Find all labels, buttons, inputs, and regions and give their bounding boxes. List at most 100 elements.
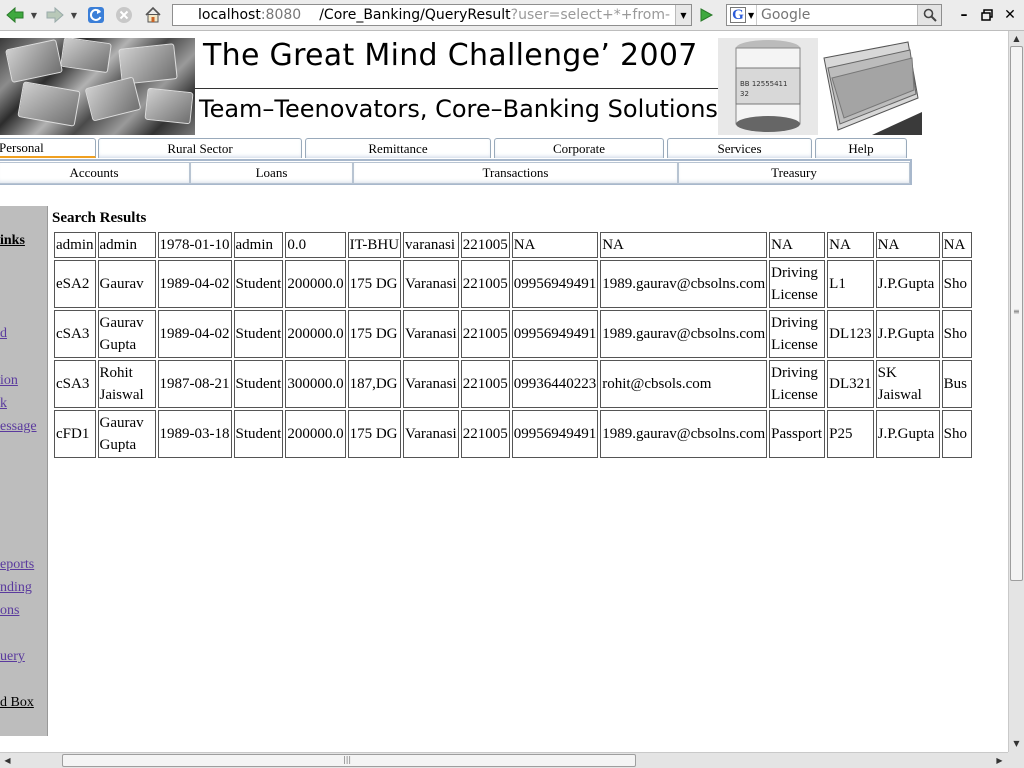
go-icon[interactable] bbox=[696, 5, 716, 25]
sidebar-link-box[interactable]: d Box bbox=[0, 695, 34, 711]
table-cell: Varanasi bbox=[403, 410, 459, 458]
reload-icon[interactable] bbox=[86, 5, 106, 25]
sidebar-link-3[interactable]: k bbox=[0, 396, 7, 412]
table-cell: Sho bbox=[941, 410, 972, 458]
back-history-dropdown[interactable]: ▼ bbox=[29, 5, 39, 25]
table-cell: Driving License bbox=[769, 360, 826, 408]
table-cell: J.P.Gupta bbox=[875, 410, 940, 458]
table-cell: Gaurav Gupta bbox=[97, 310, 156, 358]
table-cell: Passport bbox=[769, 410, 826, 458]
table-cell: 1989-03-18 bbox=[157, 410, 232, 458]
google-icon: G bbox=[730, 7, 746, 23]
table-cell: SK Jaiswal bbox=[875, 360, 940, 408]
banner-title: The Great Mind Challenge’ 2007 bbox=[203, 38, 698, 73]
table-cell: Rohit Jaiswal bbox=[97, 360, 156, 408]
search-icon[interactable] bbox=[917, 5, 941, 25]
table-cell: 1989.gaurav@cbsolns.com bbox=[600, 310, 768, 358]
table-cell: 221005 bbox=[460, 310, 510, 358]
tab-services[interactable]: Services bbox=[667, 138, 812, 158]
table-cell: 1987-08-21 bbox=[157, 360, 232, 408]
table-cell: J.P.Gupta bbox=[875, 310, 940, 358]
sidebar-link-7[interactable]: ons bbox=[0, 603, 19, 619]
table-cell: 221005 bbox=[460, 232, 510, 258]
minimize-icon[interactable]: – bbox=[955, 6, 973, 24]
table-cell: Student bbox=[233, 260, 284, 308]
url-query: ?user=select+*+from- ... bbox=[510, 7, 688, 23]
search-input[interactable] bbox=[757, 7, 917, 23]
sidebar-link-6[interactable]: nding bbox=[0, 580, 32, 596]
search-bar[interactable]: G ▼ bbox=[726, 4, 942, 26]
forward-history-dropdown[interactable]: ▼ bbox=[69, 5, 79, 25]
table-row: cSA3 Rohit Jaiswal 1987-08-21 Student 300000… bbox=[54, 360, 972, 408]
sidebar-link-5[interactable]: eports bbox=[0, 557, 34, 573]
tab-rural-sector[interactable]: Rural Sector bbox=[98, 138, 302, 158]
vertical-scrollbar[interactable]: ▲ ≡ ▼ bbox=[1008, 31, 1024, 752]
table-cell: 175 DG bbox=[347, 410, 402, 458]
banner: The Great Mind Challenge’ 2007 Team–Teen… bbox=[0, 38, 922, 135]
table-cell: 0.0 bbox=[285, 232, 346, 258]
subtab-transactions[interactable]: Transactions bbox=[353, 162, 678, 184]
table-row: cSA3 Gaurav Gupta 1989-04-02 Student 200000.… bbox=[54, 310, 972, 358]
horizontal-scroll-thumb[interactable]: ||| bbox=[62, 754, 636, 767]
table-cell: Student bbox=[233, 360, 284, 408]
vertical-scroll-thumb[interactable]: ≡ bbox=[1010, 46, 1023, 581]
tab-remittance[interactable]: Remittance bbox=[305, 138, 491, 158]
url-path: /Core_Banking/QueryResult bbox=[319, 7, 511, 23]
forward-icon[interactable] bbox=[44, 5, 66, 25]
table-cell: 175 DG bbox=[347, 310, 402, 358]
table-cell: varanasi bbox=[403, 232, 459, 258]
money-stack-image bbox=[818, 38, 922, 135]
table-cell: 1989-04-02 bbox=[157, 310, 232, 358]
scrollbar-corner bbox=[1008, 752, 1024, 768]
back-icon[interactable] bbox=[4, 5, 26, 25]
results-table: admin admin 1978-01-10 admin 0.0 IT-BHU varana… bbox=[52, 230, 974, 460]
table-cell: 1978-01-10 bbox=[157, 232, 232, 258]
table-cell: NA bbox=[600, 232, 768, 258]
table-cell: DL123 bbox=[827, 310, 874, 358]
url-history-dropdown[interactable]: ▼ bbox=[675, 5, 691, 25]
money-roll-image: BB 12555411 32 bbox=[718, 38, 818, 135]
subtab-accounts[interactable]: Accounts bbox=[0, 162, 190, 184]
table-cell: 221005 bbox=[460, 360, 510, 408]
sidebar-heading: inks bbox=[0, 233, 25, 248]
sidebar-link-1[interactable]: d bbox=[0, 326, 7, 342]
home-icon[interactable] bbox=[143, 5, 163, 25]
maximize-icon[interactable] bbox=[978, 6, 996, 24]
secondary-nav-tabs: Accounts Loans Transactions Treasury bbox=[0, 159, 912, 185]
table-cell: L1 bbox=[827, 260, 874, 308]
horizontal-scrollbar[interactable]: ◀ ||| ▶ bbox=[0, 752, 1008, 768]
table-cell: Student bbox=[233, 310, 284, 358]
tab-help[interactable]: Help bbox=[815, 138, 907, 158]
table-cell: Gaurav bbox=[97, 260, 156, 308]
scroll-right-icon[interactable]: ▶ bbox=[992, 753, 1007, 768]
svg-text:32: 32 bbox=[740, 90, 749, 98]
sidebar-link-8[interactable]: uery bbox=[0, 649, 25, 665]
primary-nav-tabs: Personal Rural Sector Remittance Corpora… bbox=[0, 138, 910, 158]
table-cell: 200000.0 bbox=[285, 260, 346, 308]
search-engine-selector[interactable]: G ▼ bbox=[727, 5, 757, 25]
table-cell: cSA3 bbox=[54, 310, 96, 358]
close-icon[interactable]: ✕ bbox=[1001, 6, 1019, 24]
subtab-treasury[interactable]: Treasury bbox=[678, 162, 910, 184]
browser-toolbar: ▼ ▼ localhost:8080/Core_Banking/QueryRes… bbox=[0, 0, 1024, 31]
tab-corporate[interactable]: Corporate bbox=[494, 138, 664, 158]
table-cell: NA bbox=[875, 232, 940, 258]
table-cell: 09956949491 bbox=[511, 260, 599, 308]
scroll-down-icon[interactable]: ▼ bbox=[1009, 736, 1024, 751]
scroll-left-icon[interactable]: ◀ bbox=[0, 753, 15, 768]
url-bar[interactable]: localhost:8080/Core_Banking/QueryResult?… bbox=[172, 4, 692, 26]
table-cell: 187,DG bbox=[347, 360, 402, 408]
sidebar-link-2[interactable]: ion bbox=[0, 373, 18, 389]
table-cell: Driving License bbox=[769, 260, 826, 308]
sidebar-link-4[interactable]: essage bbox=[0, 419, 37, 435]
scroll-up-icon[interactable]: ▲ bbox=[1009, 31, 1024, 46]
url-port: :8080 bbox=[260, 7, 302, 23]
chevron-down-icon: ▼ bbox=[748, 10, 755, 20]
table-cell: J.P.Gupta bbox=[875, 260, 940, 308]
tab-personal[interactable]: Personal bbox=[0, 138, 96, 158]
table-cell: 09936440223 bbox=[511, 360, 599, 408]
subtab-loans[interactable]: Loans bbox=[190, 162, 353, 184]
table-cell: 175 DG bbox=[347, 260, 402, 308]
url-host: localhost bbox=[198, 7, 261, 23]
stop-icon[interactable] bbox=[114, 5, 134, 25]
